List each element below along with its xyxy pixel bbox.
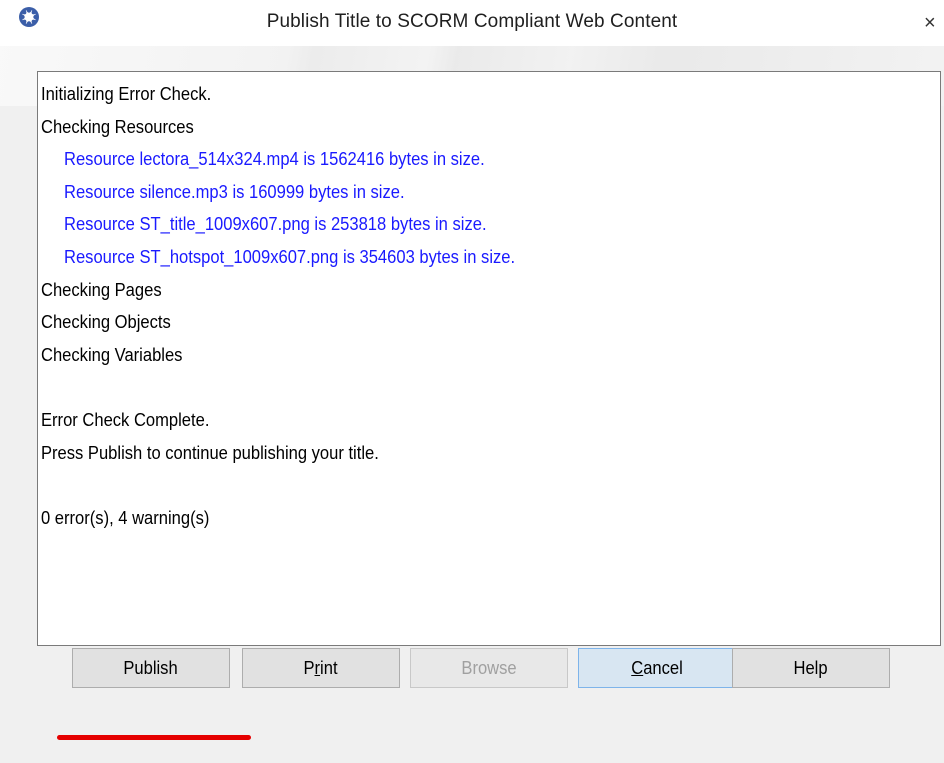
- publish-dialog: Publish Title to SCORM Compliant Web Con…: [0, 0, 944, 763]
- log-line: 0 error(s), 4 warning(s): [41, 507, 210, 528]
- log-warning-line: Resource ST_hotspot_1009x607.png is 3546…: [64, 246, 516, 267]
- close-icon[interactable]: ×: [924, 10, 944, 36]
- log-line: Checking Resources: [41, 116, 194, 137]
- log-line: Error Check Complete.: [41, 409, 210, 430]
- log-line: Initializing Error Check.: [41, 84, 212, 104]
- log-warning-line: Resource silence.mp3 is 160999 bytes in …: [64, 181, 405, 202]
- cancel-button-label: Cancel: [631, 658, 683, 678]
- log-line: Checking Pages: [41, 279, 162, 300]
- help-button-label: Help: [793, 658, 829, 678]
- window-title: Publish Title to SCORM Compliant Web Con…: [266, 11, 678, 32]
- publish-button-label: Publish: [123, 658, 179, 678]
- button-row: Publish Print Browse Cancel Help: [0, 648, 944, 688]
- browse-button[interactable]: Browse: [410, 648, 568, 688]
- log-line: Checking Variables: [41, 344, 183, 365]
- help-button[interactable]: Help: [732, 648, 890, 688]
- print-button-label: Print: [303, 658, 339, 678]
- browse-button-label: Browse: [461, 658, 517, 678]
- print-button[interactable]: Print: [242, 648, 400, 688]
- cancel-button[interactable]: Cancel: [578, 648, 736, 688]
- title-bar: Publish Title to SCORM Compliant Web Con…: [0, 0, 944, 46]
- log-warning-line: Resource ST_title_1009x607.png is 253818…: [64, 214, 487, 235]
- error-check-log[interactable]: Initializing Error Check. Checking Resour…: [37, 71, 941, 646]
- annotation-underline: [57, 735, 251, 740]
- log-line: Checking Objects: [41, 312, 171, 333]
- publish-button[interactable]: Publish: [72, 648, 230, 688]
- log-warning-line: Resource lectora_514x324.mp4 is 1562416 …: [64, 149, 485, 170]
- log-line: Press Publish to continue publishing you…: [41, 442, 379, 463]
